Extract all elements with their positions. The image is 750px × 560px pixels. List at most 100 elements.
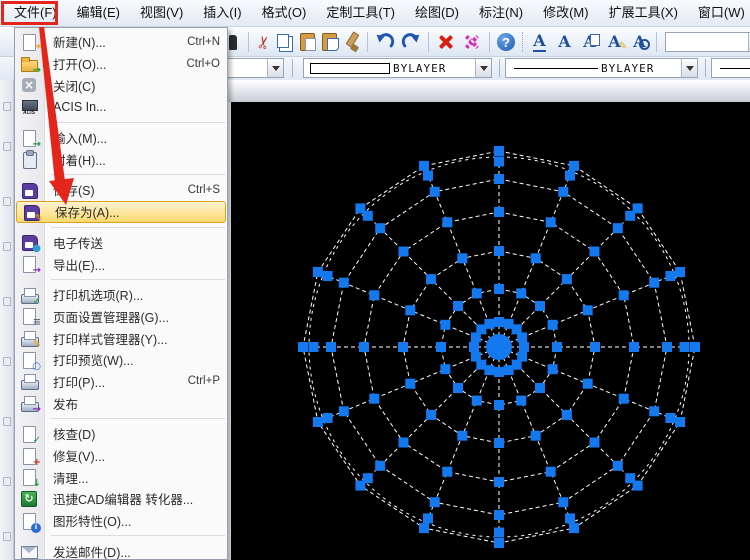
menu-item-close[interactable]: 关闭(C) xyxy=(15,74,227,96)
menu-draw[interactable]: 绘图(D) xyxy=(405,0,469,26)
new-file-icon: * xyxy=(20,33,41,53)
menu-item-attach[interactable]: 附着(H)... xyxy=(15,148,227,170)
export-icon: → xyxy=(20,255,41,276)
color-combo[interactable]: BYLAYER xyxy=(303,58,492,78)
text-icon[interactable] xyxy=(552,30,577,54)
spider-web-drawing xyxy=(231,102,750,560)
edit-text-icon[interactable] xyxy=(602,30,627,54)
menu-format[interactable]: 格式(O) xyxy=(252,0,317,26)
menu-file[interactable]: 文件(F) xyxy=(4,0,67,26)
menu-item-audit[interactable]: ✓ 核查(D) xyxy=(15,423,227,445)
toolbar-separator xyxy=(489,32,490,52)
menu-item-label: 清理... xyxy=(53,471,89,486)
help-icon[interactable] xyxy=(494,30,518,54)
audit-icon: ✓ xyxy=(20,425,41,445)
menu-item-cad-converter[interactable]: 迅捷CAD编辑器 转化器... xyxy=(15,488,227,510)
menu-item-save[interactable]: 保存(S) Ctrl+S xyxy=(15,179,227,201)
docked-tool-icon[interactable] xyxy=(3,357,11,366)
text-style-combo[interactable] xyxy=(665,32,750,52)
menu-item-purge[interactable]: ↓ 清理... xyxy=(15,466,227,489)
menu-edit[interactable]: 编辑(E) xyxy=(67,0,130,26)
docked-tool-icon[interactable] xyxy=(3,297,11,306)
cad-app-window: 文件(F) 编辑(E) 视图(V) 插入(I) 格式(O) 定制工具(T) 绘图(D) 标注(… xyxy=(0,0,750,560)
page-setup-manager-icon: ≡ xyxy=(20,307,41,328)
menu-item-label: 打印机选项(R)... xyxy=(53,289,144,304)
menu-item-page-setup-manager[interactable]: ≡ 页面设置管理器(G)... xyxy=(15,306,227,328)
redo-icon[interactable] xyxy=(398,30,424,54)
drawing-area[interactable] xyxy=(231,102,750,560)
menu-item-recover[interactable]: + 修复(V)... xyxy=(15,445,227,467)
paste-special-icon[interactable] xyxy=(319,30,341,54)
menu-express-tools[interactable]: 扩展工具(X) xyxy=(599,0,688,26)
erase-icon[interactable] xyxy=(433,30,459,54)
chevron-down-icon[interactable] xyxy=(681,59,697,77)
menu-item-send-mail[interactable]: 发送邮件(D)... xyxy=(15,540,227,559)
menu-item-label: 打印样式管理器(Y)... xyxy=(53,332,168,347)
etransmit-icon: ● xyxy=(20,233,41,254)
print-icon xyxy=(20,372,39,391)
docked-tool-icon[interactable] xyxy=(3,197,11,206)
save-as-icon: ✎ xyxy=(22,203,43,223)
docked-tool-icon[interactable] xyxy=(3,242,11,251)
menu-item-label: 核查(D) xyxy=(53,428,96,443)
menu-item-printer-options[interactable]: ✓ 打印机选项(R)... xyxy=(15,284,227,306)
chevron-down-icon[interactable] xyxy=(267,59,283,77)
menu-item-label: 打印(P)... xyxy=(53,375,106,390)
docked-tool-icon[interactable] xyxy=(3,142,11,151)
menu-window[interactable]: 窗口(W) xyxy=(688,0,750,26)
docked-tool-icon[interactable] xyxy=(3,417,11,426)
menu-item-label: 导出(E)... xyxy=(53,258,106,273)
purge-icon: ↓ xyxy=(20,468,41,489)
menu-item-label: 保存为(A)... xyxy=(55,206,120,221)
menu-separator xyxy=(15,531,227,540)
linetype-combo[interactable]: BYLAYER xyxy=(505,58,698,78)
copy-icon[interactable] xyxy=(275,30,297,54)
publish-icon: → xyxy=(20,394,41,415)
menu-modify[interactable]: 修改(M) xyxy=(533,0,599,26)
menu-item-label: 页面设置管理器(G)... xyxy=(53,310,169,325)
paste-icon[interactable] xyxy=(297,30,319,54)
converter-icon xyxy=(20,490,38,508)
menu-separator xyxy=(15,223,227,232)
menu-item-publish[interactable]: → 发布 xyxy=(15,392,227,415)
chevron-down-icon[interactable] xyxy=(475,59,491,77)
menu-dimension[interactable]: 标注(N) xyxy=(469,0,533,26)
menu-item-label: 附着(H)... xyxy=(53,153,106,168)
menu-item-label: 迅捷CAD编辑器 转化器... xyxy=(53,493,194,508)
menu-item-export[interactable]: → 导出(E)... xyxy=(15,253,227,276)
menu-custom-tools[interactable]: 定制工具(T) xyxy=(316,0,405,26)
lineweight-combo[interactable] xyxy=(711,58,750,78)
recover-icon: + xyxy=(20,447,41,467)
docked-tool-icon[interactable] xyxy=(3,102,11,111)
lineweight-sample xyxy=(720,67,750,69)
menu-item-save-as[interactable]: ✎ 保存为(A)... xyxy=(16,200,226,223)
menu-item-print-preview[interactable]: ○ 打印预览(W)... xyxy=(15,349,227,371)
menu-item-new[interactable]: * 新建(N)... Ctrl+N xyxy=(15,31,227,53)
docked-tool-icon[interactable] xyxy=(3,477,11,486)
menu-bar: 文件(F) 编辑(E) 视图(V) 插入(I) 格式(O) 定制工具(T) 绘图(D) 标注(… xyxy=(0,0,750,27)
menu-view[interactable]: 视图(V) xyxy=(130,0,193,26)
open-file-icon: → xyxy=(20,55,41,75)
docked-tool-icon[interactable] xyxy=(3,532,11,541)
menu-item-open[interactable]: → 打开(O)... Ctrl+O xyxy=(15,53,227,75)
menu-item-label: 发布 xyxy=(53,397,79,412)
menu-item-acis-in[interactable]: ACIS In... xyxy=(15,96,227,118)
menu-item-drawing-properties[interactable]: i 图形特性(O)... xyxy=(15,510,227,533)
menu-item-plot-style-manager[interactable]: ✎ 打印样式管理器(Y)... xyxy=(15,327,227,350)
format-painter-icon[interactable] xyxy=(341,30,363,54)
menu-insert[interactable]: 插入(I) xyxy=(193,0,251,26)
cut-icon[interactable] xyxy=(253,30,275,54)
check-text-icon[interactable] xyxy=(577,30,602,54)
send-mail-icon xyxy=(20,542,38,559)
menu-item-label: 电子传送 xyxy=(53,236,104,251)
menu-item-shortcut: Ctrl+S xyxy=(187,183,220,196)
menu-item-print[interactable]: 打印(P)... Ctrl+P xyxy=(15,371,227,393)
undo-icon[interactable] xyxy=(372,30,398,54)
underline-text-icon[interactable] xyxy=(527,30,552,54)
erase-dashed-icon[interactable] xyxy=(459,30,485,54)
close-icon xyxy=(20,76,38,94)
menu-item-etransmit[interactable]: ● 电子传送 xyxy=(15,232,227,254)
menu-item-import[interactable]: → 输入(M)... xyxy=(15,127,227,149)
find-text-icon[interactable] xyxy=(627,30,652,54)
text-toolbar-icons xyxy=(527,30,652,54)
